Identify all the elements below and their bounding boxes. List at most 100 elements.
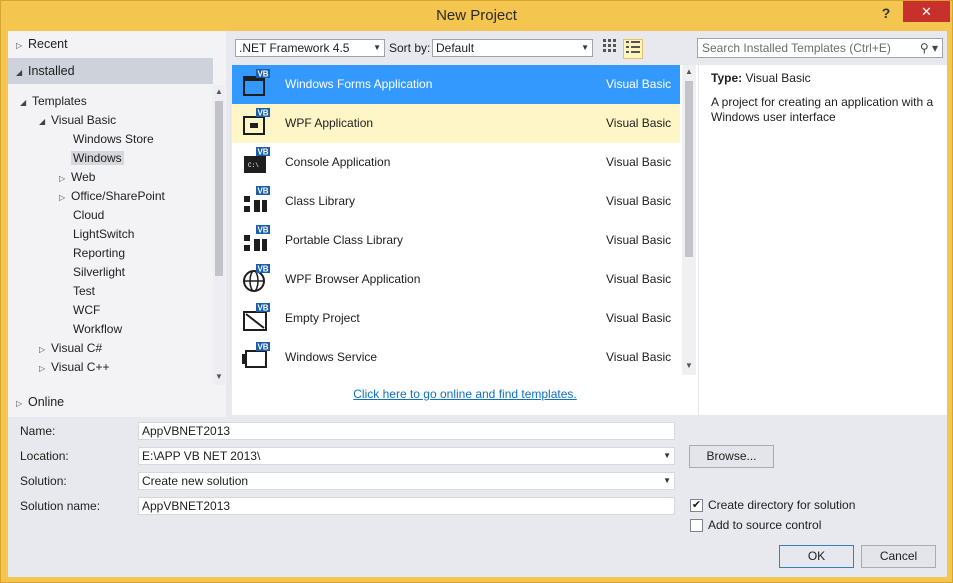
template-language: Visual Basic [606, 194, 672, 208]
template-item[interactable]: VB Class Library Visual Basic [232, 182, 680, 221]
collapse-arrow-icon[interactable]: ◢ [20, 93, 32, 112]
expand-arrow-icon[interactable]: ▷ [16, 391, 28, 417]
scroll-down-icon[interactable]: ▼ [213, 372, 225, 381]
template-name: Class Library [285, 194, 356, 208]
tree-visual-basic[interactable]: ◢ Visual Basic [39, 111, 116, 130]
solution-label: Solution: [20, 474, 67, 488]
template-list-scroll-thumb[interactable] [685, 81, 693, 257]
tree-item-reporting[interactable]: Reporting [73, 244, 125, 263]
add-source-control-label: Add to source control [708, 518, 822, 532]
tree-scroll-thumb[interactable] [215, 101, 223, 276]
list-view-button[interactable] [623, 39, 643, 59]
template-item[interactable]: VB Windows Service Visual Basic [232, 338, 680, 377]
name-label: Name: [20, 424, 56, 438]
template-language: Visual Basic [606, 116, 672, 130]
template-language: Visual Basic [606, 233, 672, 247]
template-item[interactable]: VB Empty Project Visual Basic [232, 299, 680, 338]
template-item[interactable]: VB Portable Class Library Visual Basic [232, 221, 680, 260]
expand-arrow-icon[interactable]: ▷ [39, 340, 51, 359]
tree-item-office-sharepoint[interactable]: ▷ Office/SharePoint [59, 187, 165, 206]
small-icons-view-button[interactable] [600, 39, 620, 59]
scroll-up-icon[interactable]: ▲ [682, 67, 696, 76]
tree-item-lightswitch[interactable]: LightSwitch [73, 225, 134, 244]
location-label: Location: [20, 449, 69, 463]
tree-visual-csharp[interactable]: ▷ Visual C# [39, 339, 102, 358]
console-icon: C:\ VB [244, 147, 270, 173]
scroll-up-icon[interactable]: ▲ [213, 87, 225, 96]
expand-arrow-icon[interactable]: ▷ [16, 33, 28, 59]
location-combo[interactable]: E:\APP VB NET 2013\ ▼ [138, 447, 675, 465]
tree-scrollbar[interactable]: ▲ ▼ [213, 85, 225, 385]
list-icon [626, 41, 640, 53]
svg-text:VB: VB [257, 70, 268, 79]
template-list-scrollbar[interactable]: ▲ ▼ [682, 65, 696, 375]
expand-arrow-icon[interactable]: ▷ [39, 359, 51, 378]
template-language: Visual Basic [606, 155, 672, 169]
help-button[interactable]: ? [876, 4, 896, 24]
search-icon[interactable]: ⚲ ▾ [920, 39, 938, 57]
tree-item-silverlight[interactable]: Silverlight [73, 263, 125, 282]
template-name: Windows Service [285, 350, 378, 364]
template-item[interactable]: C:\ VB Console Application Visual Basic [232, 143, 680, 182]
portable-library-icon: VB [244, 225, 270, 251]
template-language: Visual Basic [606, 77, 672, 91]
tree-item-wcf[interactable]: WCF [73, 301, 100, 320]
tree-item-windows[interactable]: Windows [71, 149, 124, 168]
expand-arrow-icon[interactable]: ▷ [59, 169, 71, 188]
svg-text:VB: VB [257, 109, 268, 118]
template-item[interactable]: VB Windows Forms Application Visual Basi… [232, 65, 680, 104]
template-name: Console Application [285, 155, 391, 169]
svg-text:VB: VB [257, 343, 268, 352]
close-button[interactable]: ✕ [903, 1, 950, 22]
svg-text:VB: VB [257, 265, 268, 274]
template-name: WPF Browser Application [285, 272, 421, 286]
template-item[interactable]: VB WPF Browser Application Visual Basic [232, 260, 680, 299]
description-text: A project for creating an application wi… [711, 95, 934, 124]
template-name: WPF Application [285, 116, 374, 130]
search-templates-input[interactable]: Search Installed Templates (Ctrl+E) ⚲ ▾ [697, 38, 943, 58]
template-language: Visual Basic [606, 350, 672, 364]
create-directory-label: Create directory for solution [708, 498, 856, 512]
ok-button[interactable]: OK [779, 545, 854, 568]
tree-templates[interactable]: ◢ Templates [20, 92, 87, 111]
add-source-control-checkbox[interactable] [690, 519, 703, 532]
expand-arrow-icon[interactable]: ▷ [59, 188, 71, 207]
sort-dropdown[interactable]: Default ▼ [432, 39, 593, 57]
collapse-arrow-icon[interactable]: ◢ [39, 112, 51, 131]
tree-item-workflow[interactable]: Workflow [73, 320, 122, 339]
tree-online[interactable]: ▷ Online [8, 389, 226, 415]
solution-name-input[interactable]: AppVBNET2013 [138, 497, 675, 515]
collapse-arrow-icon[interactable]: ◢ [16, 60, 28, 86]
solution-dropdown[interactable]: Create new solution ▼ [138, 472, 675, 490]
chevron-down-icon: ▼ [663, 476, 671, 485]
online-templates-link[interactable]: Click here to go online and find templat… [232, 387, 698, 401]
solution-name-label: Solution name: [20, 499, 101, 513]
tree-visual-cpp[interactable]: ▷ Visual C++ [39, 358, 109, 377]
type-value: Visual Basic [745, 71, 811, 85]
class-library-icon: VB [244, 186, 270, 212]
tree-item-windows-store[interactable]: Windows Store [73, 130, 154, 149]
scroll-down-icon[interactable]: ▼ [682, 361, 696, 370]
tree-item-test[interactable]: Test [73, 282, 95, 301]
create-directory-checkbox[interactable]: ✔ [690, 499, 703, 512]
framework-dropdown[interactable]: .NET Framework 4.5 ▼ [235, 39, 385, 57]
winforms-icon: VB [243, 69, 270, 96]
tree-recent[interactable]: ▷ Recent [8, 31, 213, 57]
template-item[interactable]: VB WPF Application Visual Basic [232, 104, 680, 143]
sort-by-label: Sort by: [389, 41, 431, 55]
name-input[interactable]: AppVBNET2013 [138, 422, 675, 440]
globe-icon: VB [243, 264, 270, 292]
browse-button[interactable]: Browse... [689, 445, 774, 468]
type-label: Type: [711, 71, 743, 85]
template-description: Type: Visual Basic A project for creatin… [698, 65, 947, 415]
svg-text:VB: VB [257, 304, 268, 313]
tree-item-cloud[interactable]: Cloud [73, 206, 104, 225]
tree-item-web[interactable]: ▷ Web [59, 168, 95, 187]
template-name: Windows Forms Application [285, 77, 433, 91]
dialog-title: New Project [436, 7, 517, 24]
svg-text:VB: VB [257, 226, 268, 235]
svg-text:VB: VB [257, 148, 268, 157]
cancel-button[interactable]: Cancel [861, 545, 936, 568]
empty-project-icon: VB [243, 303, 270, 331]
tree-installed[interactable]: ◢ Installed [8, 58, 213, 84]
